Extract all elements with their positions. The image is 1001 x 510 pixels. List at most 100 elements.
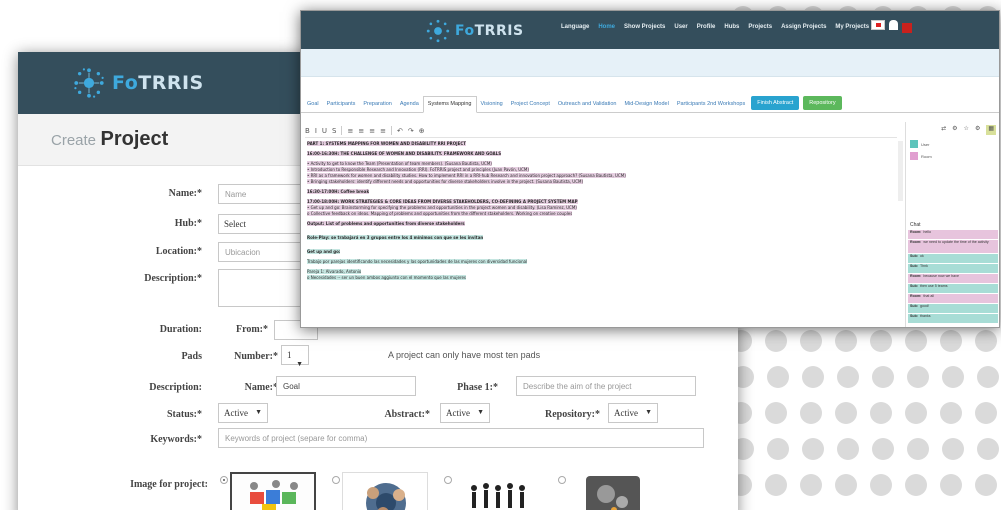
- image-option-1[interactable]: [230, 472, 316, 510]
- chat-author: Sub:: [910, 254, 918, 258]
- fotrris-logo-icon: [426, 19, 450, 43]
- document-line: 17:00-18:00H: WORK STRATEGIES & CORE IDE…: [307, 199, 578, 204]
- decorative-dot: [802, 366, 824, 388]
- sidebar-toolbar: ⇄ ⚙ ☆ ⚙ ▦: [906, 122, 999, 138]
- pad-tab[interactable]: Project Concept: [507, 97, 554, 112]
- toolbar-separator: [390, 126, 392, 135]
- italic-icon[interactable]: I: [315, 127, 317, 135]
- pad-name-label: Name:*: [244, 382, 278, 393]
- hub-label: Hub:*: [174, 218, 202, 229]
- systems-mapping-window: FoTRRIS Language Home Show Projects User Pro…: [300, 10, 1000, 328]
- shared-document[interactable]: PART 1: SYSTEMS MAPPING FOR WOMEN AND DI…: [307, 141, 901, 327]
- top-nav-item[interactable]: Projects: [748, 24, 772, 30]
- image-option-2-radio[interactable]: [332, 476, 340, 484]
- undo-icon[interactable]: ↶: [397, 127, 403, 135]
- logo-trris: TRRIS: [474, 23, 524, 39]
- pad-tab[interactable]: Preparation: [359, 97, 395, 112]
- bold-icon[interactable]: B: [305, 127, 310, 135]
- indent-icon[interactable]: ≡: [369, 127, 375, 135]
- top-nav-item[interactable]: My Projects: [835, 24, 869, 30]
- outdent-icon[interactable]: ≡: [380, 127, 386, 135]
- repository-select[interactable]: Active ▼: [608, 403, 658, 423]
- abstract-select[interactable]: Active ▼: [440, 403, 490, 423]
- fotrris-logo[interactable]: FoTRRIS: [425, 18, 524, 44]
- chat-author: Room:: [910, 274, 922, 278]
- repository-button[interactable]: Repository: [803, 96, 842, 110]
- user-name: User: [921, 141, 930, 147]
- document-line: Output: List of problems and opportuniti…: [307, 221, 465, 226]
- editor-toolbar: B I U S ≡ ≡ ≡ ≡ ↶ ↷ ⊕: [305, 124, 897, 138]
- chat-author: Room:: [910, 230, 922, 234]
- top-nav-item[interactable]: Assign Projects: [781, 24, 826, 30]
- decorative-dot: [977, 438, 999, 460]
- settings-icon[interactable]: ⚙: [975, 125, 980, 135]
- document-line: • Bringing stakeholders: identify differ…: [307, 179, 584, 184]
- redo-icon[interactable]: ↷: [408, 127, 414, 135]
- user-list-item: Room: [910, 152, 996, 160]
- image-option-2[interactable]: [342, 472, 428, 510]
- fotrris-logo[interactable]: FoTRRIS: [72, 66, 204, 100]
- chat-text: we need to update the time of the activi…: [923, 240, 989, 244]
- chat-author: Sub:: [910, 264, 918, 268]
- decorative-dot: [837, 438, 859, 460]
- user-icon[interactable]: [889, 20, 898, 30]
- pad-tab[interactable]: Visioning: [477, 97, 507, 112]
- image-option-4[interactable]: [570, 472, 656, 510]
- pad-tab[interactable]: Goal: [303, 97, 323, 112]
- sub-header-strip: [301, 49, 999, 77]
- document-line: Pareja 1: Alvarado, Antonio: [307, 269, 362, 274]
- pad-tab[interactable]: Participants: [323, 97, 360, 112]
- strikethrough-icon[interactable]: S: [332, 127, 336, 135]
- image-option-1-radio[interactable]: [220, 476, 228, 484]
- chat-message: Sub: Thnk: [908, 264, 998, 273]
- pad-tab[interactable]: Agenda: [396, 97, 423, 112]
- finish-abstract-button[interactable]: Finish Abstract: [751, 96, 800, 110]
- settings-icon[interactable]: ⚙: [952, 125, 957, 135]
- chat-text: hello: [923, 230, 931, 234]
- top-nav-item[interactable]: Language: [561, 24, 589, 30]
- decorative-dot: [872, 366, 894, 388]
- pads-number-select[interactable]: 1 ▼: [281, 345, 309, 368]
- decorative-dot: [905, 330, 927, 352]
- top-nav-item[interactable]: Hubs: [724, 24, 739, 30]
- top-nav-item[interactable]: Show Projects: [624, 24, 665, 30]
- top-nav-item[interactable]: Home: [598, 24, 615, 30]
- underline-icon[interactable]: U: [322, 127, 327, 135]
- logout-icon[interactable]: [902, 23, 912, 33]
- star-icon[interactable]: ☆: [964, 125, 969, 135]
- pad-tab[interactable]: Systems Mapping: [422, 96, 477, 113]
- users-icon[interactable]: ▦: [986, 125, 996, 135]
- fotrris-logo-icon: [74, 68, 104, 98]
- collaboration-sidebar: ⇄ ⚙ ☆ ⚙ ▦ User Room Chat Room: hello Room: we ne…: [905, 122, 999, 327]
- pad-tab[interactable]: Participants 2nd Workshops: [673, 97, 749, 112]
- decorative-dot: [835, 474, 857, 496]
- import-export-icon[interactable]: ⇄: [941, 125, 946, 135]
- clear-format-icon[interactable]: ⊕: [419, 127, 425, 135]
- unordered-list-icon[interactable]: ≡: [358, 127, 364, 135]
- decorative-dot: [940, 402, 962, 424]
- top-nav-item[interactable]: Profile: [697, 24, 716, 30]
- pad-tab[interactable]: Mid-Design Model: [620, 97, 672, 112]
- ordered-list-icon[interactable]: ≡: [347, 127, 353, 135]
- chat-text: that all: [923, 294, 934, 298]
- status-select[interactable]: Active ▼: [218, 403, 268, 423]
- language-flag-icon[interactable]: [871, 20, 885, 30]
- phase-input[interactable]: Describe the aim of the project: [516, 376, 696, 396]
- user-color-swatch[interactable]: [910, 152, 918, 160]
- image-option-4-radio[interactable]: [558, 476, 566, 484]
- document-line: 16:00-16:30H: THE CHALLENGE OF WOMEN AND…: [307, 151, 502, 156]
- user-color-swatch[interactable]: [910, 140, 918, 148]
- decorative-dot: [942, 366, 964, 388]
- image-option-3[interactable]: [454, 472, 540, 510]
- keywords-input[interactable]: Keywords of project (separe for comma): [218, 428, 704, 448]
- top-nav-item[interactable]: User: [674, 24, 687, 30]
- decorative-dot: [905, 402, 927, 424]
- name-label: Name:*: [168, 188, 202, 199]
- image-option-3-radio[interactable]: [444, 476, 452, 484]
- decorative-dot: [765, 330, 787, 352]
- document-scrollbar[interactable]: [898, 141, 903, 201]
- decorative-dot: [800, 330, 822, 352]
- logo-trris: TRRIS: [138, 72, 204, 94]
- pad-tab[interactable]: Outreach and Validation: [554, 97, 621, 112]
- pad-name-input[interactable]: Goal: [276, 376, 416, 396]
